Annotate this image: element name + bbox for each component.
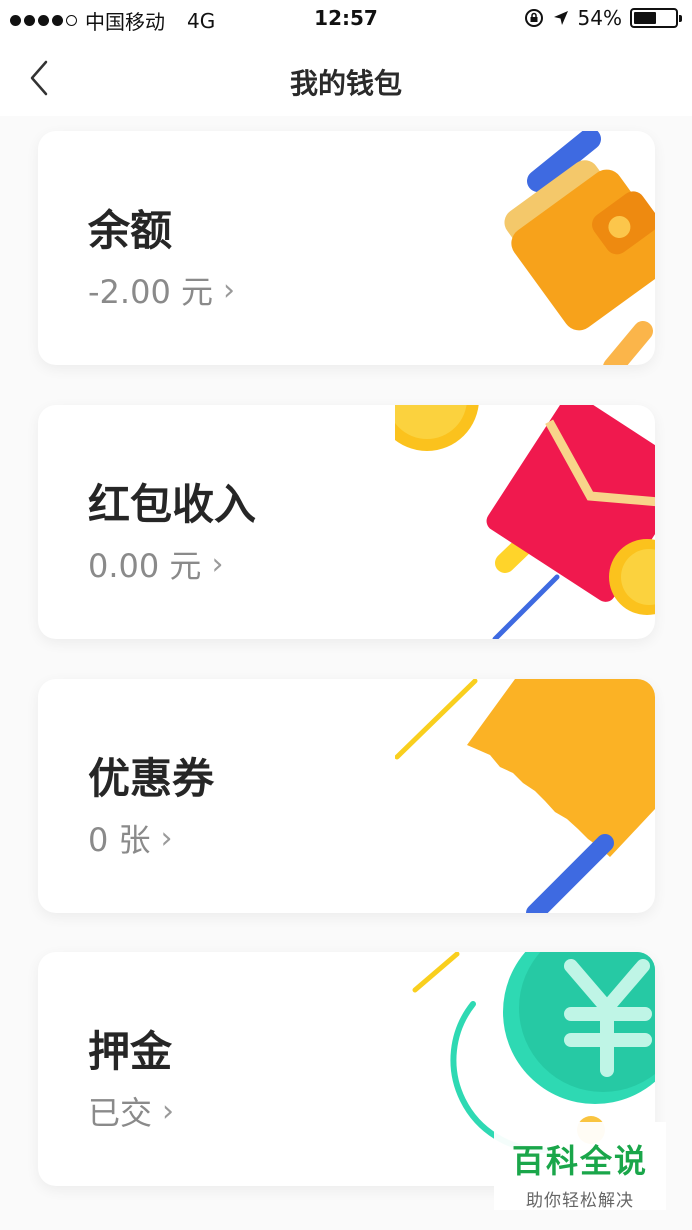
chevron-right-icon: › [222,272,235,308]
location-arrow-icon [553,11,568,25]
deposit-value: 已交 [88,1094,153,1132]
watermark-sub: 助你轻松解决 [526,1191,634,1211]
chevron-right-icon: › [211,546,224,582]
battery-icon [630,8,682,28]
page-title: 我的钱包 [289,67,402,100]
balance-value: -2.00 元 [88,273,213,311]
deposit-value-row: 已交 › [88,1088,174,1134]
orientation-lock-icon [524,9,543,27]
red-packet-value-row: 0.00 元 › [88,541,223,587]
red-packet-title: 红包收入 [88,480,257,529]
deposit-title: 押金 [88,1027,173,1076]
coupon-value-row: 0 张 › [88,815,173,861]
balance-title: 余额 [88,206,173,255]
coupon-value: 0 张 [88,821,151,859]
chevron-right-icon: › [162,1093,175,1129]
coupon-title: 优惠券 [88,754,215,803]
balance-value-row: -2.00 元 › [88,267,235,313]
red-packet-card[interactable]: 红包收入 0.00 元 › [38,405,655,639]
nav-bar: 我的钱包 [0,40,692,116]
balance-card[interactable]: 余额 -2.00 元 › [38,131,655,365]
wallet-icon [504,131,655,365]
battery-percent: 54% [577,6,622,30]
coupon-card[interactable]: 优惠券 0 张 › [38,679,655,913]
watermark: 百科全说 助你轻松解决 [494,1122,666,1211]
watermark-main: 百科全说 [511,1142,648,1180]
coupon-icon [395,679,655,913]
red-envelope-icon [395,405,655,639]
status-bar: 中国移动 4G 12:57 54% [0,0,692,40]
red-packet-value: 0.00 元 [88,547,202,585]
chevron-right-icon: › [160,820,173,856]
